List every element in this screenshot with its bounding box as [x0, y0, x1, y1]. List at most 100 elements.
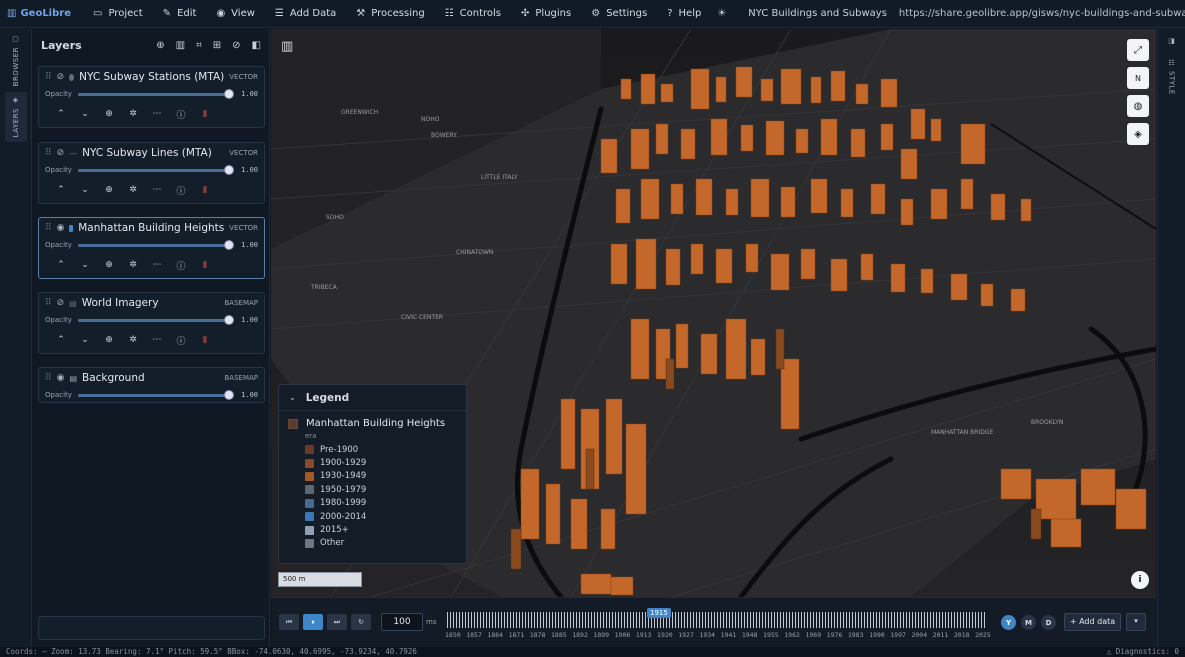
menu-help[interactable]: ? Help — [657, 8, 711, 19]
legend-header[interactable]: ⌄ Legend — [279, 385, 466, 411]
more-icon[interactable]: ⋯ — [145, 185, 169, 195]
menu-project[interactable]: ▭ Project — [83, 8, 153, 19]
eye-icon[interactable]: ◉ — [57, 223, 65, 233]
attribution-info-icon[interactable]: i — [1131, 571, 1149, 589]
slider-knob[interactable] — [223, 89, 234, 99]
speed-input[interactable]: 100 — [381, 613, 423, 631]
compass-icon[interactable]: N — [1127, 67, 1149, 89]
opacity-slider[interactable] — [77, 165, 234, 175]
move-down-icon[interactable]: ⌄ — [73, 335, 97, 345]
granularity-day[interactable]: D — [1041, 615, 1056, 630]
map-canvas[interactable]: GREENWICH NOHO BOWERY SOHO LITTLE ITALY … — [271, 29, 1156, 597]
move-down-icon[interactable]: ⌄ — [73, 109, 97, 119]
drag-handle-icon[interactable]: ⠿ — [45, 298, 52, 308]
style-icon[interactable]: ✲ — [121, 109, 145, 119]
tag-icon[interactable]: ⌗ — [196, 40, 202, 51]
delete-icon[interactable]: ▮ — [193, 335, 217, 345]
move-down-icon[interactable]: ⌄ — [73, 185, 97, 195]
map-label: LITTLE ITALY — [481, 174, 518, 181]
delete-icon[interactable]: ▮ — [193, 109, 217, 119]
info-icon[interactable]: ⓘ — [169, 184, 193, 197]
info-icon[interactable]: ⓘ — [169, 259, 193, 272]
add-data-button[interactable]: + Add data — [1064, 613, 1121, 631]
zoom-to-icon[interactable]: ⊕ — [97, 185, 121, 195]
style-icon[interactable]: ✲ — [121, 335, 145, 345]
layer-card-building-heights[interactable]: ⠿ ◉ Manhattan Building Heights VECTOR Opaci… — [38, 217, 265, 279]
collapse-panel-icon[interactable]: ◧ — [252, 40, 261, 51]
layers-stack-icon[interactable]: ◈ — [1127, 123, 1149, 145]
map-label: MANHATTAN BRIDGE — [931, 429, 994, 436]
info-icon[interactable]: ⓘ — [169, 334, 193, 347]
menu-add-data[interactable]: ☰ Add Data — [265, 8, 346, 19]
zoom-to-icon[interactable]: ⊕ — [97, 335, 121, 345]
move-up-icon[interactable]: ⌃ — [49, 335, 73, 345]
rail-browser[interactable]: ▢ BROWSER — [5, 35, 27, 86]
eye-off-icon[interactable]: ⊘ — [57, 298, 65, 308]
slider-knob[interactable] — [223, 390, 234, 400]
drag-handle-icon[interactable]: ⠿ — [45, 223, 52, 233]
slider-knob[interactable] — [223, 165, 234, 175]
step-forward-button[interactable]: ⏭ — [327, 614, 347, 630]
layer-card-world-imagery[interactable]: ⠿ ⊘ ▤ World Imagery BASEMAP Opacity 1.00 ⌃ ⌄ ⊕ ✲… — [38, 292, 265, 354]
rail-layers[interactable]: ◈ LAYERS — [4, 92, 27, 142]
zoom-to-icon[interactable]: ⊕ — [97, 260, 121, 270]
drag-handle-icon[interactable]: ⠿ — [45, 72, 52, 82]
rail-style[interactable]: ◨ ☷ STYLE — [1158, 37, 1185, 95]
granularity-year[interactable]: Y — [1001, 615, 1016, 630]
more-icon[interactable]: ⋯ — [145, 109, 169, 119]
timeline-ticks[interactable] — [447, 612, 987, 628]
opacity-slider[interactable] — [77, 315, 234, 325]
map-layer-icon[interactable]: ▥ — [176, 40, 185, 51]
zoom-to-icon[interactable]: ⊕ — [97, 109, 121, 119]
drag-handle-icon[interactable]: ⠿ — [45, 373, 52, 383]
layer-card-subway-lines[interactable]: ⠿ ⊘ — NYC Subway Lines (MTA) VECTOR Opacity 1… — [38, 142, 265, 204]
brand-logo[interactable]: ▥ GeoLibre — [0, 8, 83, 19]
delete-icon[interactable]: ▮ — [193, 185, 217, 195]
slider-knob[interactable] — [223, 240, 234, 250]
menu-processing[interactable]: ⚒ Processing — [346, 8, 434, 19]
more-icon[interactable]: ⋯ — [145, 260, 169, 270]
move-up-icon[interactable]: ⌃ — [49, 260, 73, 270]
opacity-slider[interactable] — [77, 390, 234, 400]
timeline-current-year[interactable]: 1915 — [647, 608, 671, 618]
info-icon[interactable]: ⓘ — [169, 108, 193, 121]
granularity-month[interactable]: M — [1021, 615, 1036, 630]
add-folder-icon[interactable]: ⊞ — [213, 40, 221, 51]
step-back-button[interactable]: ⏮ — [279, 614, 299, 630]
style-icon[interactable]: ✲ — [121, 260, 145, 270]
move-up-icon[interactable]: ⌃ — [49, 185, 73, 195]
style-icon[interactable]: ✲ — [121, 185, 145, 195]
add-data-dropdown-icon[interactable]: ▾ — [1126, 613, 1146, 631]
layer-card-subway-stations[interactable]: ⠿ ⊘ NYC Subway Stations (MTA) VECTOR Opacit… — [38, 66, 265, 128]
move-up-icon[interactable]: ⌃ — [49, 109, 73, 119]
eye-off-icon[interactable]: ⊘ — [57, 148, 65, 158]
globe-toggle-icon[interactable]: ◍ — [1127, 95, 1149, 117]
opacity-slider[interactable] — [77, 240, 234, 250]
eye-off-icon[interactable]: ⊘ — [57, 72, 65, 82]
globe-icon[interactable]: ⊕ — [156, 40, 164, 51]
loop-button[interactable]: ↻ — [351, 614, 371, 630]
map-label: BOWERY — [431, 132, 457, 139]
pause-button[interactable]: ⏸ — [303, 614, 323, 630]
diagnostics-status[interactable]: △ Diagnostics: 0 — [1107, 647, 1179, 657]
menu-edit[interactable]: ✎ Edit — [153, 8, 207, 19]
menu-view[interactable]: ◉ View — [206, 8, 264, 19]
hide-all-icon[interactable]: ⊘ — [232, 40, 240, 51]
menu-settings[interactable]: ⚙ Settings — [581, 8, 657, 19]
panel-toggle-icon[interactable]: ◨ — [1168, 37, 1175, 45]
layer-card-background[interactable]: ⠿ ◉ ▤ Background BASEMAP Opacity 1.00 — [38, 367, 265, 403]
delete-icon[interactable]: ▮ — [193, 260, 217, 270]
menu-plugins[interactable]: ✣ Plugins — [511, 8, 581, 19]
move-down-icon[interactable]: ⌄ — [73, 260, 97, 270]
menu-controls[interactable]: ☷ Controls — [435, 8, 511, 19]
slider-knob[interactable] — [223, 315, 234, 325]
more-icon[interactable]: ⋯ — [145, 335, 169, 345]
share-url[interactable]: https://share.geolibre.app/gisws/nyc-bui… — [895, 8, 1185, 19]
drag-handle-icon[interactable]: ⠿ — [45, 148, 52, 158]
eye-icon[interactable]: ◉ — [57, 373, 65, 383]
map-book-icon[interactable]: ▥ — [281, 39, 293, 54]
chevron-down-icon[interactable]: ⌄ — [289, 393, 296, 402]
opacity-slider[interactable] — [77, 89, 234, 99]
fullscreen-icon[interactable]: ⤢ — [1127, 39, 1149, 61]
theme-toggle-icon[interactable]: ☀ — [711, 8, 732, 19]
